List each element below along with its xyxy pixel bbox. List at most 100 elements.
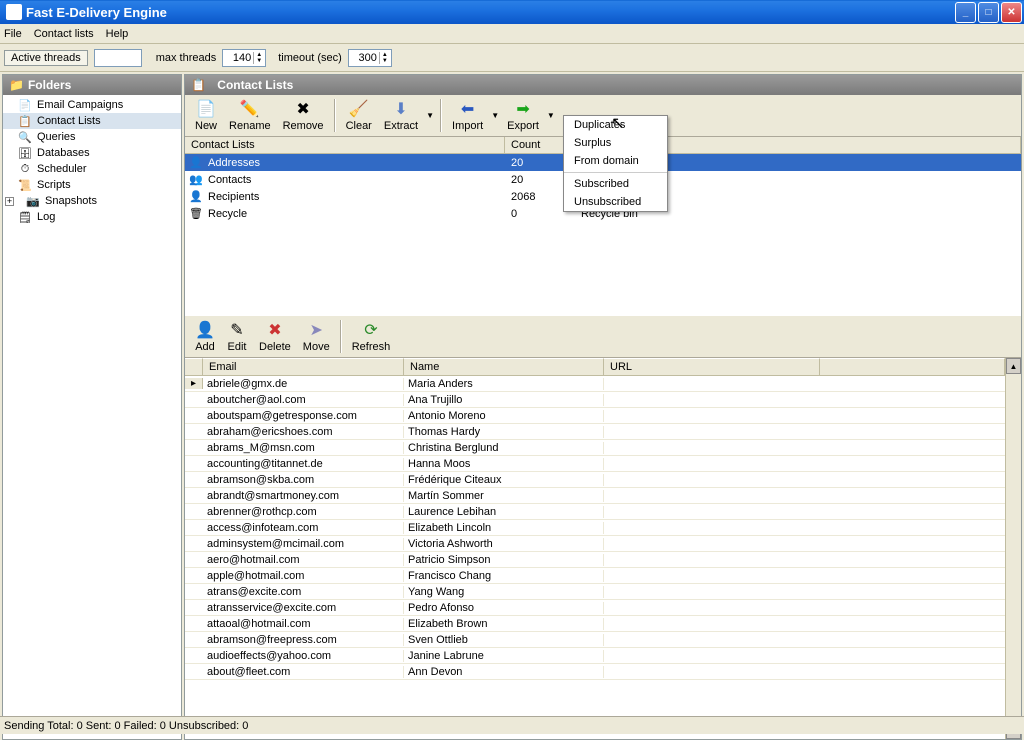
- email-cell: access@infoteam.com: [203, 522, 404, 534]
- email-row[interactable]: abramson@skba.comFrédérique Citeaux: [185, 472, 1005, 488]
- move-button[interactable]: ➤Move: [297, 318, 336, 355]
- clear-button[interactable]: 🧹Clear: [340, 97, 378, 134]
- contact-list-icon: 👥: [188, 173, 204, 187]
- email-row[interactable]: attaoal@hotmail.comElizabeth Brown: [185, 616, 1005, 632]
- timeout-input[interactable]: [349, 52, 379, 64]
- menu-contact-lists[interactable]: Contact lists: [34, 28, 94, 40]
- sidebar-item-contact-lists[interactable]: 📋Contact Lists: [3, 113, 181, 129]
- email-row[interactable]: ▸abriele@gmx.deMaria Anders: [185, 376, 1005, 392]
- export-icon: ➡: [513, 99, 533, 119]
- contact-list-name: Recycle: [208, 208, 247, 220]
- delete-button[interactable]: ✖Delete: [253, 318, 297, 355]
- folder-item-icon: 🔍: [17, 130, 33, 144]
- email-row[interactable]: about@fleet.comAnn Devon: [185, 664, 1005, 680]
- rename-button[interactable]: ✏️Rename: [223, 97, 277, 134]
- email-row[interactable]: apple@hotmail.comFrancisco Chang: [185, 568, 1005, 584]
- menu-file[interactable]: File: [4, 28, 22, 40]
- move-icon: ➤: [306, 320, 326, 340]
- email-cell: attaoal@hotmail.com: [203, 618, 404, 630]
- remove-label: Remove: [283, 120, 324, 132]
- menu-help[interactable]: Help: [106, 28, 129, 40]
- email-row[interactable]: atrans@excite.comYang Wang: [185, 584, 1005, 600]
- sidebar-item-email-campaigns[interactable]: 📄Email Campaigns: [3, 97, 181, 113]
- contact-list-icon: 🗑: [188, 207, 204, 221]
- edit-label: Edit: [228, 341, 247, 353]
- folder-icon: 📁: [9, 78, 24, 92]
- email-row[interactable]: abrams_M@msn.comChristina Berglund: [185, 440, 1005, 456]
- email-row[interactable]: abrandt@smartmoney.comMartín Sommer: [185, 488, 1005, 504]
- email-cell: abramson@freepress.com: [203, 634, 404, 646]
- max-threads-input[interactable]: [223, 52, 253, 64]
- email-row[interactable]: aero@hotmail.comPatricio Simpson: [185, 552, 1005, 568]
- folder-item-label: Email Campaigns: [37, 99, 123, 111]
- clear-icon: 🧹: [349, 99, 369, 119]
- spinner-arrows-icon[interactable]: ▲▼: [253, 52, 264, 64]
- import-dropdown-arrow[interactable]: ▼: [489, 111, 501, 120]
- col-url[interactable]: URL: [604, 358, 820, 375]
- export-dropdown-arrow[interactable]: ▼: [545, 111, 557, 120]
- folder-item-icon: 📜: [17, 178, 33, 192]
- import-button[interactable]: ⬅Import: [446, 97, 489, 134]
- refresh-label: Refresh: [352, 341, 391, 353]
- vertical-scrollbar[interactable]: ▲ ▼: [1005, 358, 1021, 739]
- email-row[interactable]: abraham@ericshoes.comThomas Hardy: [185, 424, 1005, 440]
- extract-duplicates[interactable]: Duplicates: [564, 116, 667, 134]
- name-cell: Antonio Moreno: [404, 410, 604, 422]
- import-icon: ⬅: [458, 99, 478, 119]
- spinner-arrows-icon[interactable]: ▲▼: [379, 52, 390, 64]
- sidebar-item-log[interactable]: 🗒Log: [3, 209, 181, 225]
- email-cell: abriele@gmx.de: [203, 378, 404, 390]
- col-name[interactable]: Name: [404, 358, 604, 375]
- max-threads-label: max threads: [156, 52, 217, 64]
- menu-bar: File Contact lists Help: [0, 24, 1024, 44]
- extract-dropdown-arrow[interactable]: ▼: [424, 111, 436, 120]
- sidebar-item-queries[interactable]: 🔍Queries: [3, 129, 181, 145]
- extract-label: Extract: [384, 120, 418, 132]
- name-cell: Francisco Chang: [404, 570, 604, 582]
- title-bar: ✉ Fast E-Delivery Engine _ □ ✕: [0, 0, 1024, 24]
- email-row[interactable]: atransservice@excite.comPedro Afonso: [185, 600, 1005, 616]
- extract-unsubscribed[interactable]: Unsubscribed: [564, 193, 667, 211]
- maximize-button[interactable]: □: [978, 2, 999, 23]
- new-button[interactable]: 📄New: [189, 97, 223, 134]
- extract-button[interactable]: ⬇Extract: [378, 97, 424, 134]
- sidebar-item-scheduler[interactable]: ⏱Scheduler: [3, 161, 181, 177]
- add-button[interactable]: 👤Add: [189, 318, 221, 355]
- scroll-up-button[interactable]: ▲: [1006, 358, 1021, 374]
- sidebar-item-snapshots[interactable]: +📷Snapshots: [3, 193, 181, 209]
- email-row[interactable]: accounting@titannet.deHanna Moos: [185, 456, 1005, 472]
- expand-icon[interactable]: +: [5, 197, 14, 206]
- max-threads-spin[interactable]: ▲▼: [222, 49, 266, 67]
- active-threads-label: Active threads: [4, 50, 88, 66]
- refresh-button[interactable]: ⟳Refresh: [346, 318, 397, 355]
- content-panel: 📋 Contact Lists 📄New ✏️Rename ✖Remove 🧹C…: [184, 74, 1022, 740]
- col-contact-lists[interactable]: Contact Lists: [185, 137, 505, 153]
- email-row[interactable]: aboutcher@aol.comAna Trujillo: [185, 392, 1005, 408]
- edit-button[interactable]: ✎Edit: [221, 318, 253, 355]
- extract-subscribed[interactable]: Subscribed: [564, 175, 667, 193]
- name-cell: Hanna Moos: [404, 458, 604, 470]
- extract-from-domain[interactable]: From domain: [564, 152, 667, 170]
- export-button[interactable]: ➡Export: [501, 97, 545, 134]
- remove-button[interactable]: ✖Remove: [277, 97, 330, 134]
- email-row[interactable]: abramson@freepress.comSven Ottlieb: [185, 632, 1005, 648]
- email-cell: abrams_M@msn.com: [203, 442, 404, 454]
- minimize-button[interactable]: _: [955, 2, 976, 23]
- email-row[interactable]: abrenner@rothcp.comLaurence Lebihan: [185, 504, 1005, 520]
- contact-lists-header: 📋 Contact Lists: [185, 75, 1021, 95]
- clear-label: Clear: [346, 120, 372, 132]
- email-row[interactable]: access@infoteam.comElizabeth Lincoln: [185, 520, 1005, 536]
- sidebar-item-databases[interactable]: 🗄Databases: [3, 145, 181, 161]
- extract-surplus[interactable]: Surplus: [564, 134, 667, 152]
- close-button[interactable]: ✕: [1001, 2, 1022, 23]
- scroll-track[interactable]: [1006, 374, 1021, 723]
- name-cell: Elizabeth Lincoln: [404, 522, 604, 534]
- email-row[interactable]: audioeffects@yahoo.comJanine Labrune: [185, 648, 1005, 664]
- timeout-spin[interactable]: ▲▼: [348, 49, 392, 67]
- email-cell: apple@hotmail.com: [203, 570, 404, 582]
- email-cell: abrenner@rothcp.com: [203, 506, 404, 518]
- email-row[interactable]: aboutspam@getresponse.comAntonio Moreno: [185, 408, 1005, 424]
- col-email[interactable]: Email: [203, 358, 404, 375]
- sidebar-item-scripts[interactable]: 📜Scripts: [3, 177, 181, 193]
- email-row[interactable]: adminsystem@mcimail.comVictoria Ashworth: [185, 536, 1005, 552]
